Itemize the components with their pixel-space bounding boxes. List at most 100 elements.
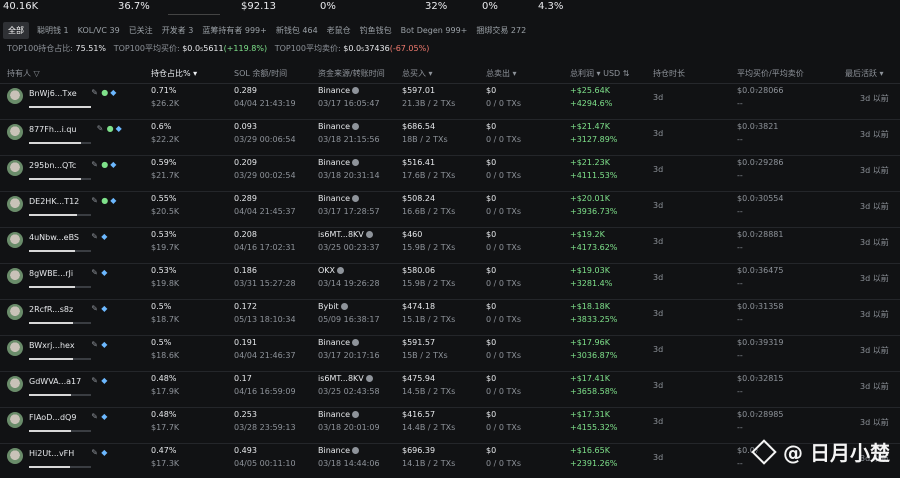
- filter-icon[interactable]: ▽: [34, 69, 40, 78]
- table-row[interactable]: GdWVA...a17 ✎ ◆ 0.48% $17.9K 0.17 04/16 16:59:…: [0, 372, 900, 408]
- fund-source[interactable]: Binance: [318, 86, 360, 95]
- share-usd: $20.5K: [151, 207, 180, 216]
- table-row[interactable]: BnWj6...Txe ✎ ● ◆ 0.71% $26.2K 0.289 04/04 21:4…: [0, 84, 900, 120]
- tab-all[interactable]: 全部: [3, 21, 29, 39]
- wallet-address[interactable]: GdWVA...a17: [29, 377, 81, 386]
- table-row[interactable]: 8gWBE...rJi ✎ ◆ 0.53% $19.8K 0.186 03/31 15:27…: [0, 264, 900, 300]
- table-row[interactable]: 877Fh...i.qu ✎ ● ◆ 0.6% $22.2K 0.093 03/29 00:0…: [0, 120, 900, 156]
- wallet-address[interactable]: FIAoD...dQ9: [29, 413, 76, 422]
- fund-source[interactable]: Binance: [318, 122, 360, 131]
- holders-page: 40.16K 36.7% $92.13 0% 32% 0% 4.3% 全部 聪明…: [0, 0, 900, 478]
- edit-icon[interactable]: ✎: [91, 376, 98, 385]
- wallet-address[interactable]: 4uNbw...eBS: [29, 233, 79, 242]
- col-last-active[interactable]: 最后活跃 ▾: [845, 68, 884, 79]
- total-sold: $0: [486, 410, 497, 419]
- avg-sell-price: --: [737, 315, 743, 324]
- wallet-address[interactable]: 295bn...QTc: [29, 161, 76, 170]
- hold-duration: 3d: [653, 453, 664, 462]
- source-icon: [352, 87, 360, 94]
- fund-source[interactable]: Binance: [318, 446, 360, 455]
- tab-bot-degen[interactable]: Bot Degen 999+: [401, 26, 468, 35]
- avatar[interactable]: [7, 340, 23, 356]
- filter-tabs: 全部 聪明钱 1 KOL/VC 39 已关注 开发者 3 蓝筹持有者 999+ …: [0, 21, 535, 39]
- col-share[interactable]: 持仓占比% ▾: [151, 68, 197, 79]
- avatar[interactable]: [7, 196, 23, 212]
- wallet-address[interactable]: 8gWBE...rJi: [29, 269, 73, 278]
- avatar[interactable]: [7, 412, 23, 428]
- wallet-address[interactable]: BWxrj...hex: [29, 341, 75, 350]
- col-avg[interactable]: 平均买价/平均卖价: [737, 68, 804, 79]
- edit-icon[interactable]: ✎: [91, 232, 98, 241]
- col-bought[interactable]: 总买入 ▾: [402, 68, 433, 79]
- table-row[interactable]: BWxrj...hex ✎ ◆ 0.5% $18.6K 0.191 04/04 21:46:…: [0, 336, 900, 372]
- tab-new-wallet[interactable]: 新钱包 464: [276, 25, 318, 36]
- profit-percent: +4155.32%: [570, 423, 618, 432]
- tab-insider[interactable]: 老鼠仓: [327, 25, 351, 36]
- edit-icon[interactable]: ✎: [91, 88, 98, 97]
- tab-smart-money[interactable]: 聪明钱 1: [37, 25, 69, 36]
- table-row[interactable]: 2RcfR...s8z ✎ ◆ 0.5% $18.7K 0.172 05/13 18:10:…: [0, 300, 900, 336]
- bought-txs: 16.6B / 2 TXs: [402, 207, 456, 216]
- sol-balance: 0.493: [234, 446, 257, 455]
- col-pnl[interactable]: 总利润 ▾ USD ⇅: [570, 68, 629, 79]
- fund-source[interactable]: Binance: [318, 158, 360, 167]
- fund-source[interactable]: OKX: [318, 266, 345, 275]
- tab-following[interactable]: 已关注: [129, 25, 153, 36]
- wallet-address[interactable]: Hi2Ut...vFH: [29, 449, 74, 458]
- table-row[interactable]: 295bn...QTc ✎ ● ◆ 0.59% $21.7K 0.209 03/29 00:0…: [0, 156, 900, 192]
- edit-icon[interactable]: ✎: [91, 340, 98, 349]
- edit-icon[interactable]: ✎: [91, 196, 98, 205]
- tab-developer[interactable]: 开发者 3: [162, 25, 194, 36]
- wallet-address[interactable]: BnWj6...Txe: [29, 89, 77, 98]
- fund-source[interactable]: Binance: [318, 410, 360, 419]
- share-percent: 0.5%: [151, 302, 172, 311]
- col-holder[interactable]: 持有人 ▽: [7, 68, 40, 79]
- col-sol[interactable]: SOL 余额/时间: [234, 68, 287, 79]
- tab-phishing[interactable]: 钓鱼钱包: [360, 25, 392, 36]
- edit-icon[interactable]: ✎: [91, 448, 98, 457]
- avatar[interactable]: [7, 232, 23, 248]
- edit-icon[interactable]: ✎: [91, 304, 98, 313]
- fund-source[interactable]: Binance: [318, 338, 360, 347]
- edit-icon[interactable]: ✎: [91, 268, 98, 277]
- col-duration[interactable]: 持仓时长: [653, 68, 685, 79]
- avatar[interactable]: [7, 448, 23, 464]
- sort-down-icon: ▾: [193, 69, 198, 78]
- last-active: 3d 以前: [860, 166, 889, 175]
- avatar[interactable]: [7, 124, 23, 140]
- tab-bundle[interactable]: 捆绑交易 272: [476, 25, 526, 36]
- wallet-address[interactable]: 877Fh...i.qu: [29, 125, 76, 134]
- diamond-icon: ◆: [101, 376, 108, 385]
- last-active: 3d 以前: [860, 346, 889, 355]
- sol-balance: 0.209: [234, 158, 257, 167]
- stat-value: $0.0₅37436: [343, 44, 390, 53]
- edit-icon[interactable]: ✎: [97, 124, 104, 133]
- hold-duration: 3d: [653, 93, 664, 102]
- sol-time: 04/04 21:43:19: [234, 99, 296, 108]
- tab-kol-vc[interactable]: KOL/VC 39: [78, 26, 120, 35]
- wallet-address[interactable]: DE2HK...T12: [29, 197, 79, 206]
- avatar[interactable]: [7, 88, 23, 104]
- wallet-address[interactable]: 2RcfR...s8z: [29, 305, 73, 314]
- fund-source[interactable]: is6MT...8KV: [318, 230, 373, 239]
- sol-time: 04/16 16:59:09: [234, 387, 296, 396]
- fund-source[interactable]: Bybit: [318, 302, 348, 311]
- table-row[interactable]: DE2HK...T12 ✎ ● ◆ 0.55% $20.5K 0.289 04/04 21:4…: [0, 192, 900, 228]
- col-sold[interactable]: 总卖出 ▾: [486, 68, 517, 79]
- col-source[interactable]: 资金来源/转账时间: [318, 68, 385, 79]
- edit-icon[interactable]: ✎: [91, 160, 98, 169]
- col-label: 总买入: [402, 69, 426, 78]
- avatar[interactable]: [7, 376, 23, 392]
- avg-sell-price: --: [737, 423, 743, 432]
- avatar[interactable]: [7, 304, 23, 320]
- avatar[interactable]: [7, 160, 23, 176]
- edit-icon[interactable]: ✎: [91, 412, 98, 421]
- share-percent: 0.53%: [151, 266, 177, 275]
- fund-source[interactable]: Binance: [318, 194, 360, 203]
- last-active: 3d 以前: [860, 94, 889, 103]
- avatar[interactable]: [7, 268, 23, 284]
- fund-source[interactable]: is6MT...8KV: [318, 374, 373, 383]
- table-row[interactable]: 4uNbw...eBS ✎ ◆ 0.53% $19.7K 0.208 04/16 17:02…: [0, 228, 900, 264]
- currency-toggle[interactable]: USD: [603, 69, 620, 78]
- tab-bluechip[interactable]: 蓝筹持有者 999+: [202, 25, 267, 36]
